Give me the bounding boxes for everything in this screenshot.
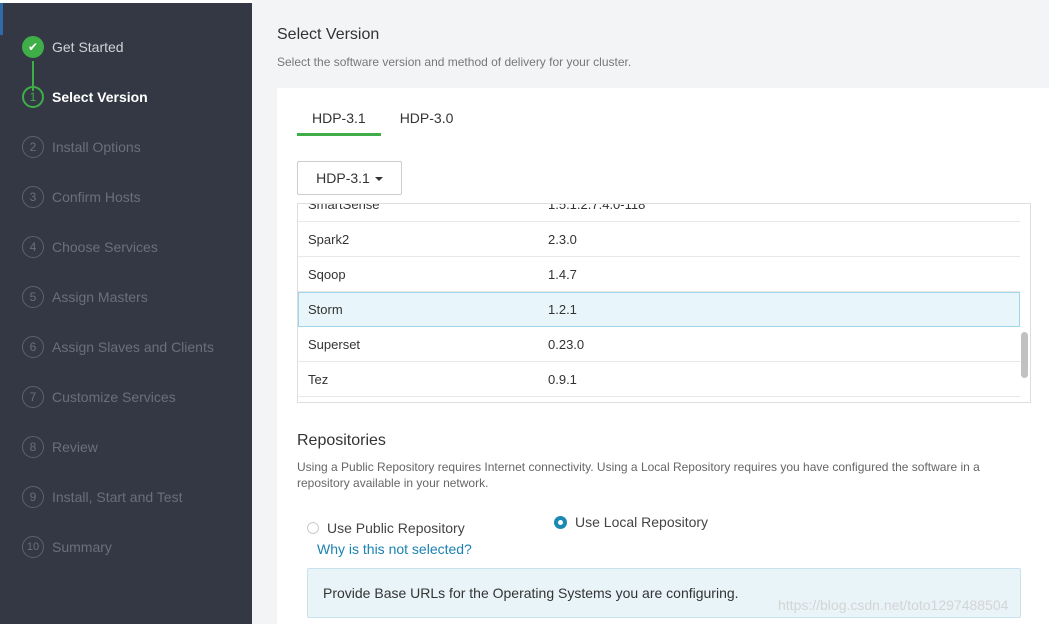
version-dropdown[interactable]: HDP-3.1 (297, 161, 402, 195)
step-number: 7 (22, 386, 44, 408)
wizard-sidebar: ✔ Get Started 1 Select Version 2 Install… (0, 0, 252, 624)
step-install-start-test: 9 Install, Start and Test (22, 485, 182, 509)
step-label: Choose Services (52, 239, 158, 255)
service-name: Tez (308, 372, 329, 387)
step-number: 4 (22, 236, 44, 258)
watermark-text: https://blog.csdn.net/toto1297488504 (778, 597, 1009, 613)
public-repo-option[interactable]: Use Public Repository (307, 520, 465, 536)
step-number: 3 (22, 186, 44, 208)
step-review: 8 Review (22, 435, 98, 459)
step-customize-services: 7 Customize Services (22, 385, 176, 409)
step-number: 6 (22, 336, 44, 358)
step-summary: 10 Summary (22, 535, 112, 559)
step-label: Summary (52, 539, 112, 555)
table-row: Sqoop 1.4.7 (298, 257, 1020, 292)
public-repo-radio[interactable] (307, 522, 319, 534)
step-number: 9 (22, 486, 44, 508)
local-repo-radio[interactable] (554, 515, 567, 529)
local-repo-option[interactable]: Use Local Repository (554, 514, 708, 530)
sidebar-edge-accent (0, 3, 3, 35)
table-row: Superset 0.23.0 (298, 327, 1020, 362)
repositories-title: Repositories (297, 432, 386, 449)
step-get-started[interactable]: ✔ Get Started (22, 35, 124, 59)
version-tabs: HDP-3.1 HDP-3.0 (297, 110, 472, 136)
service-name: SmartSense (308, 203, 380, 212)
step-select-version[interactable]: 1 Select Version (22, 85, 148, 109)
step-label: Get Started (52, 39, 124, 55)
step-choose-services: 4 Choose Services (22, 235, 158, 259)
step-number: 8 (22, 436, 44, 458)
dropdown-value: HDP-3.1 (316, 170, 370, 186)
page-title: Select Version (277, 26, 380, 43)
table-row: Tez 0.9.1 (298, 362, 1020, 397)
step-label: Assign Slaves and Clients (52, 339, 214, 355)
table-row: Spark2 2.3.0 (298, 222, 1020, 257)
why-not-selected-link[interactable]: Why is this not selected? (317, 541, 472, 557)
service-version: 1.5.1.2.7.4.0-118 (548, 203, 646, 212)
step-number: 5 (22, 286, 44, 308)
table-scrollbar[interactable] (1021, 332, 1028, 378)
service-version: 2.3.0 (548, 232, 577, 247)
table-row: SmartSense 1.5.1.2.7.4.0-118 (298, 203, 1020, 222)
service-version: 0.9.1 (548, 372, 577, 387)
step-number: 10 (22, 536, 44, 558)
tab-hdp-3-0[interactable]: HDP-3.0 (385, 110, 469, 136)
step-label: Assign Masters (52, 289, 148, 305)
step-label: Install, Start and Test (52, 489, 183, 505)
service-name: Storm (308, 302, 343, 317)
step-assign-masters: 5 Assign Masters (22, 285, 148, 309)
service-name: Superset (308, 337, 361, 352)
service-name: Sqoop (308, 267, 346, 282)
step-install-options: 2 Install Options (22, 135, 141, 159)
service-version: 1.2.1 (548, 302, 577, 317)
checkmark-icon: ✔ (22, 36, 44, 58)
step-label: Select Version (52, 89, 148, 105)
step-number: 2 (22, 136, 44, 158)
step-confirm-hosts: 3 Confirm Hosts (22, 185, 141, 209)
table-row-selected[interactable]: Storm 1.2.1 (298, 292, 1020, 327)
service-version: 1.4.7 (548, 267, 577, 282)
service-version: 0.23.0 (548, 337, 585, 352)
step-assign-slaves: 6 Assign Slaves and Clients (22, 335, 214, 359)
step-number: 1 (22, 86, 44, 108)
repositories-description: Using a Public Repository requires Inter… (297, 460, 980, 490)
service-name: Spark2 (308, 232, 350, 247)
local-repo-label: Use Local Repository (575, 514, 709, 530)
step-label: Install Options (52, 139, 141, 155)
services-table[interactable]: SmartSense 1.5.1.2.7.4.0-118 Spark2 2.3.… (297, 203, 1031, 403)
step-label: Confirm Hosts (52, 189, 141, 205)
public-repo-label: Use Public Repository (327, 520, 465, 536)
page-subtitle: Select the software version and method o… (277, 55, 632, 69)
version-panel: HDP-3.1 HDP-3.0 HDP-3.1 SmartSense 1.5.1… (277, 88, 1049, 624)
tab-hdp-3-1[interactable]: HDP-3.1 (297, 110, 381, 136)
step-label: Customize Services (52, 389, 176, 405)
step-label: Review (52, 439, 98, 455)
caret-down-icon (374, 177, 383, 181)
